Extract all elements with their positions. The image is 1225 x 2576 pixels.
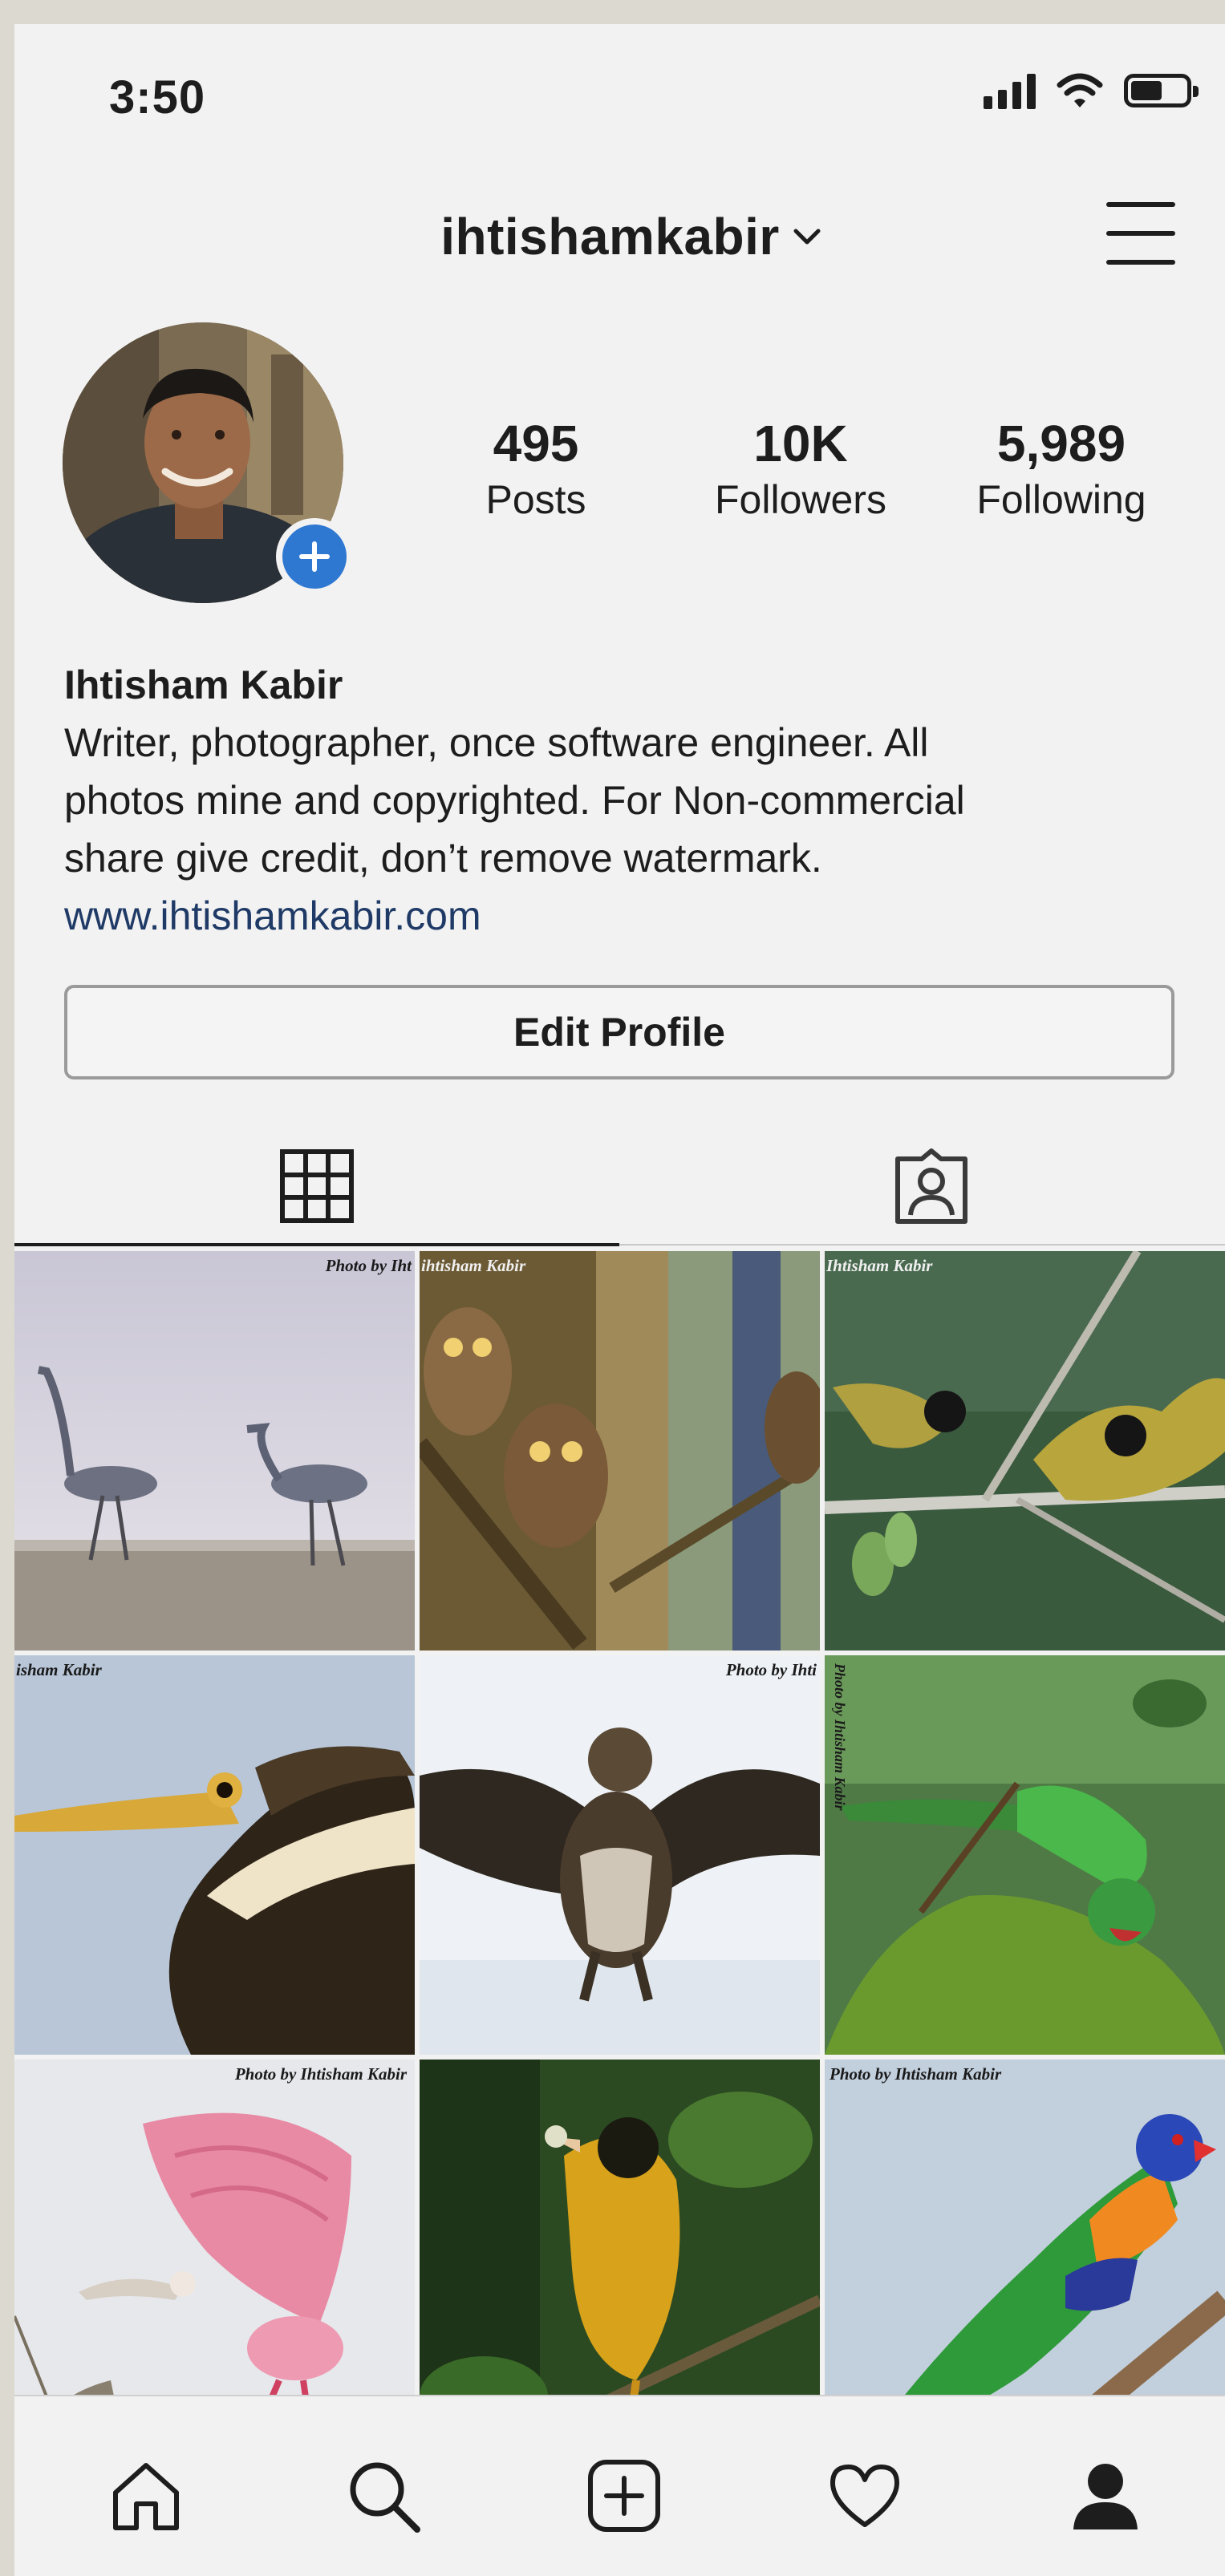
parakeet-photo [825, 1655, 1225, 2055]
search-icon [350, 2462, 420, 2533]
add-story-button[interactable] [276, 518, 353, 595]
stat-followers[interactable]: 10K Followers [688, 414, 913, 523]
owl-photo [420, 1251, 820, 1651]
bottom-nav [14, 2395, 1225, 2576]
post-thumbnail[interactable]: Photo by Ihti [420, 1655, 820, 2055]
status-icons [984, 72, 1199, 109]
photo-credit: isham Kabir [16, 1660, 102, 1679]
battery-icon [1124, 74, 1199, 107]
photo-credit: Photo by Ihtisham Kabir [234, 2064, 407, 2084]
tagged-person-icon [895, 1148, 967, 1224]
bulbul-photo [825, 1251, 1225, 1651]
stat-following[interactable]: 5,989 Following [945, 414, 1178, 523]
eagle-photo [420, 1655, 820, 2055]
nav-new-post[interactable] [576, 2448, 672, 2544]
menu-icon[interactable] [1106, 202, 1175, 265]
profile-bio: Ihtisham Kabir Writer, photographer, onc… [64, 656, 1203, 945]
status-time: 3:50 [109, 71, 206, 124]
post-thumbnail[interactable]: Ihtisham Kabir [825, 1251, 1225, 1651]
stat-value: 495 [493, 415, 579, 472]
post-thumbnail[interactable]: Photo by Ihtisham Kabir [825, 1655, 1225, 2055]
stat-label: Posts [485, 477, 586, 522]
bio-line: Writer, photographer, once software engi… [64, 720, 929, 765]
profile-icon [1073, 2464, 1138, 2529]
home-icon [113, 2463, 179, 2530]
active-tab-indicator [14, 1243, 619, 1246]
nav-activity[interactable] [817, 2448, 913, 2544]
grid-icon [280, 1149, 354, 1223]
photo-credit: Photo by Iht [325, 1256, 412, 1275]
post-thumbnail[interactable]: Photo by Iht [14, 1251, 415, 1651]
bio-line: photos mine and copyrighted. For Non-com… [64, 778, 965, 823]
wifi-icon [1057, 73, 1103, 107]
profile-username: ihtishamkabir [440, 208, 780, 265]
nav-home[interactable] [98, 2448, 194, 2544]
chevron-down-icon [793, 229, 821, 245]
bio-line: share give credit, don’t remove watermar… [64, 836, 822, 881]
nav-search[interactable] [335, 2448, 432, 2544]
photo-credit: Photo by Ihti [725, 1660, 817, 1679]
darter-photo [14, 1655, 415, 2055]
posts-grid: Photo by Iht ihtisham Kabir Ihtisham Kab… [14, 1251, 1225, 2459]
username-switcher[interactable]: ihtishamkabir [14, 207, 1225, 266]
post-thumbnail[interactable]: isham Kabir [14, 1655, 415, 2055]
website-link[interactable]: www.ihtishamkabir.com [64, 887, 1203, 945]
tab-tagged[interactable] [887, 1142, 976, 1230]
profile-display-name: Ihtisham Kabir [64, 662, 343, 707]
heron-photo [14, 1251, 415, 1651]
stat-label: Following [976, 477, 1146, 522]
phone-screen: 3:50 ihtishamkabir 495 Posts 10K Followe… [14, 24, 1225, 2576]
stat-posts[interactable]: 495 Posts [448, 414, 624, 523]
edit-profile-button[interactable]: Edit Profile [64, 985, 1174, 1079]
photo-credit: ihtisham Kabir [421, 1256, 526, 1275]
plus-icon [299, 541, 330, 572]
nav-profile[interactable] [1057, 2448, 1154, 2544]
signal-icon [984, 72, 1036, 109]
photo-credit: Photo by Ihtisham Kabir [830, 2064, 1002, 2084]
new-post-icon [588, 2460, 660, 2532]
stat-value: 5,989 [996, 415, 1126, 472]
stat-value: 10K [753, 415, 848, 472]
post-thumbnail[interactable]: ihtisham Kabir [420, 1251, 820, 1651]
tab-posts-grid[interactable] [273, 1142, 361, 1230]
photo-credit: Ihtisham Kabir [826, 1256, 933, 1275]
stat-label: Followers [715, 477, 886, 522]
heart-icon [830, 2465, 899, 2527]
tab-divider [619, 1244, 1225, 1245]
photo-credit: Photo by Ihtisham Kabir [832, 1663, 848, 1811]
